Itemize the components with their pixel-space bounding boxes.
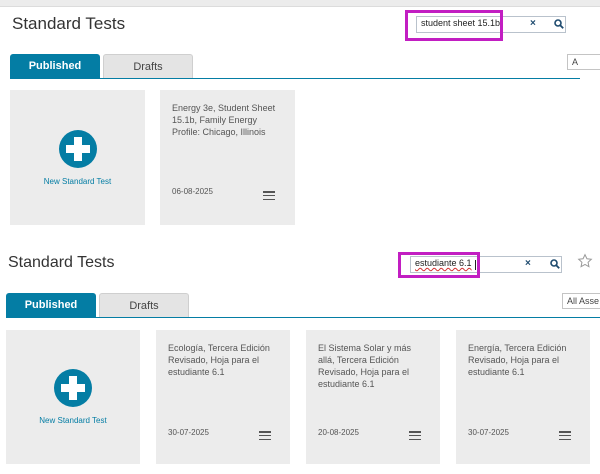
clear-search-icon[interactable]: × (530, 18, 536, 29)
test-card-title: Energía, Tercera Edición Revisado, Hoja … (468, 343, 567, 377)
filter-dropdown[interactable]: All Asse (562, 293, 600, 309)
page-title: Standard Tests (8, 254, 115, 271)
tab-drafts[interactable]: Drafts (99, 293, 189, 317)
plus-icon (58, 129, 97, 168)
new-standard-test-label: New Standard Test (39, 416, 107, 425)
test-card-title: El Sistema Solar y más allá, Tercera Edi… (318, 343, 412, 389)
tab-underline (10, 78, 580, 79)
new-standard-test-label: New Standard Test (43, 176, 112, 186)
star-icon[interactable] (577, 253, 593, 269)
test-card-date: 06-08-2025 (172, 187, 213, 196)
test-card[interactable]: Energy 3e, Student Sheet 15.1b, Family E… (160, 90, 295, 225)
test-card-date: 20-08-2025 (318, 428, 359, 437)
search-highlight-box (405, 10, 503, 41)
test-card-date: 30-07-2025 (168, 428, 209, 437)
standard-tests-panel-1: Standard Tests student sheet 15.1b × Pub… (0, 0, 600, 238)
test-card[interactable]: Ecología, Tercera Edición Revisado, Hoja… (156, 330, 290, 464)
standard-tests-panel-2: Standard Tests estudiante 6.1 × Publishe… (0, 241, 600, 474)
test-card-title: Ecología, Tercera Edición Revisado, Hoja… (168, 343, 270, 377)
test-card[interactable]: El Sistema Solar y más allá, Tercera Edi… (306, 330, 440, 464)
search-icon[interactable] (550, 259, 560, 269)
new-standard-test-card[interactable]: New Standard Test (6, 330, 140, 464)
tab-published[interactable]: Published (6, 293, 96, 317)
hamburger-menu-icon[interactable] (409, 431, 421, 441)
search-highlight-box (398, 252, 480, 278)
page-title: Standard Tests (12, 14, 126, 33)
hamburger-menu-icon[interactable] (559, 431, 571, 441)
hamburger-menu-icon[interactable] (259, 431, 271, 441)
clear-search-icon[interactable]: × (525, 258, 531, 269)
test-card-date: 30-07-2025 (468, 428, 509, 437)
tab-published[interactable]: Published (10, 54, 100, 78)
search-icon[interactable] (554, 19, 564, 29)
test-card[interactable]: Energía, Tercera Edición Revisado, Hoja … (456, 330, 590, 464)
new-standard-test-card[interactable]: New Standard Test (10, 90, 145, 225)
test-card-title: Energy 3e, Student Sheet 15.1b, Family E… (172, 103, 276, 137)
filter-dropdown[interactable]: A (567, 54, 600, 70)
hamburger-menu-icon[interactable] (263, 191, 275, 201)
tab-underline (6, 317, 600, 318)
top-divider (0, 0, 600, 7)
tab-drafts[interactable]: Drafts (103, 54, 193, 78)
plus-icon (54, 369, 92, 407)
